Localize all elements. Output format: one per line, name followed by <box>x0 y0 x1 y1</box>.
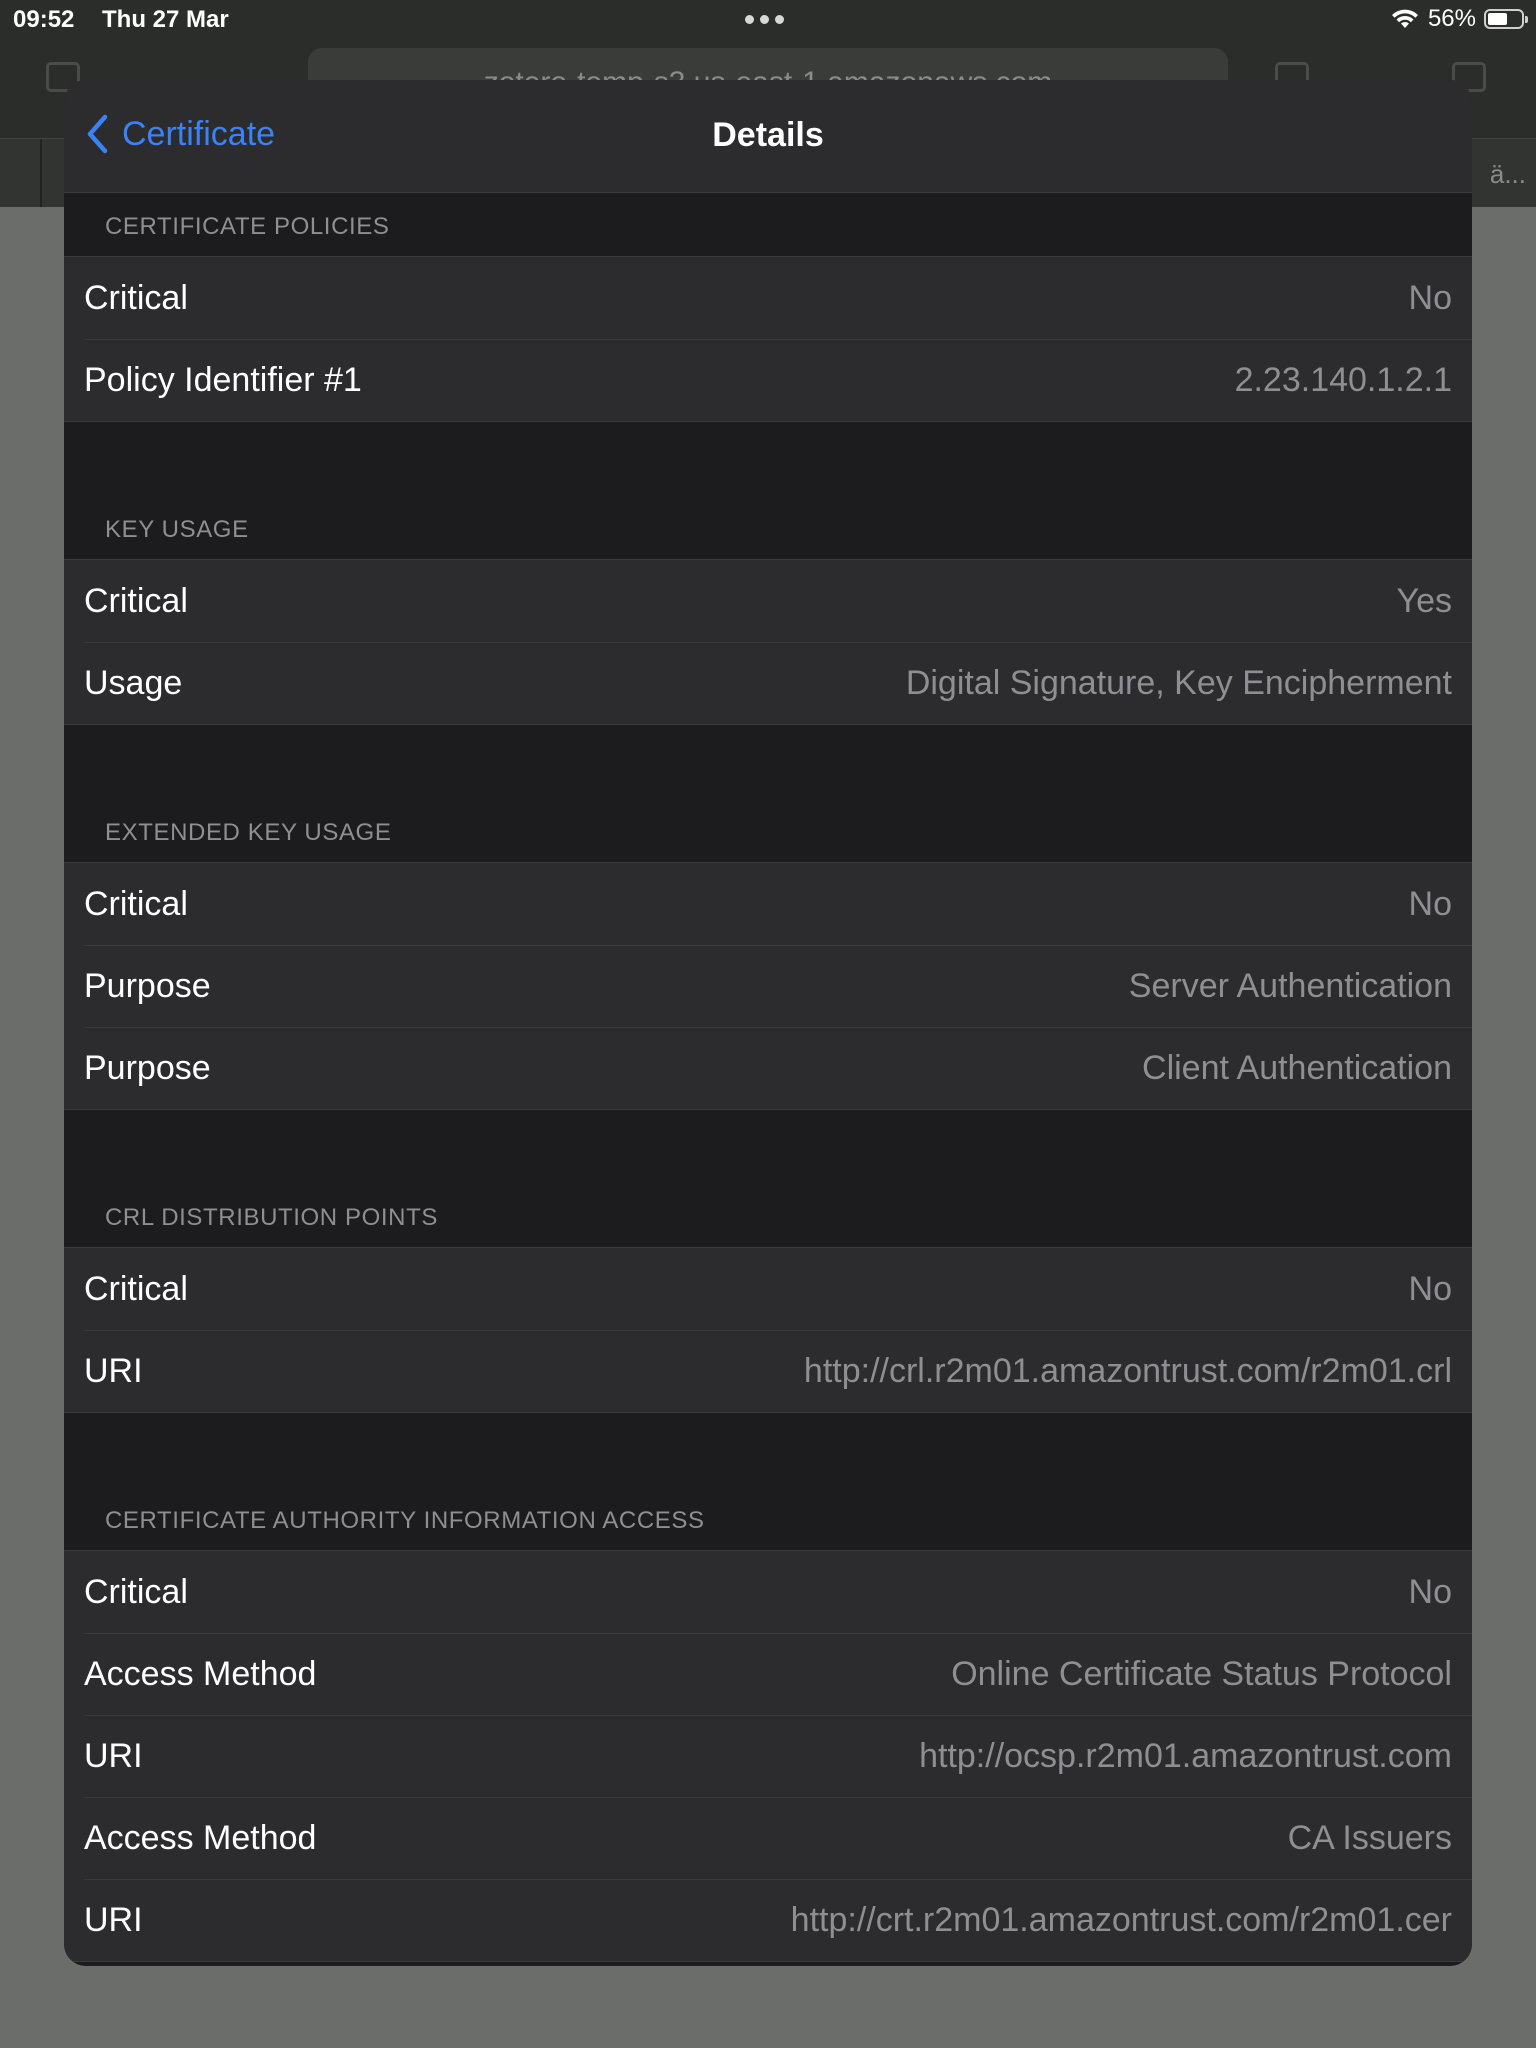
detail-row[interactable]: Policy Identifier #1 2.23.140.1.2.1 <box>64 339 1472 421</box>
detail-label: Purpose <box>84 1048 211 1087</box>
detail-label: Critical <box>84 278 188 317</box>
wifi-icon <box>1391 9 1418 28</box>
status-time: 09:52 <box>13 6 75 33</box>
detail-value: Client Authentication <box>1142 1048 1452 1087</box>
detail-row[interactable]: Critical No <box>64 863 1472 945</box>
detail-label: URI <box>84 1736 143 1775</box>
section-group: Critical No Purpose Server Authentication Pu… <box>64 863 1472 1110</box>
section-header: CRL DISTRIBUTION POINTS <box>64 1160 1472 1248</box>
detail-label: URI <box>84 1351 143 1390</box>
detail-label: Critical <box>84 581 188 620</box>
section-header: CERTIFICATE AUTHORITY INFORMATION ACCESS <box>64 1463 1472 1551</box>
detail-label: Critical <box>84 1269 188 1308</box>
section-group: Critical No URI http://crl.r2m01.amazontrus… <box>64 1248 1472 1413</box>
detail-value: Server Authentication <box>1128 966 1452 1005</box>
detail-label: Policy Identifier #1 <box>84 360 362 399</box>
detail-row[interactable]: Access Method Online Certificate Status P… <box>64 1633 1472 1715</box>
detail-value: http://crl.r2m01.amazontrust.com/r2m01.c… <box>803 1351 1452 1390</box>
details-list[interactable]: CERTIFICATE POLICIES Critical No Policy Ide… <box>64 193 1472 1966</box>
tab-title: ä... <box>1489 159 1526 189</box>
detail-label: URI <box>84 1900 143 1939</box>
section-group: Critical No Policy Identifier #1 2.23.140.1… <box>64 257 1472 422</box>
status-date: Thu 27 Mar <box>102 6 229 33</box>
detail-label: Critical <box>84 884 188 923</box>
detail-label: Usage <box>84 663 183 702</box>
status-bar: 09:52 Thu 27 Mar 56% <box>0 0 1536 40</box>
detail-value: 2.23.140.1.2.1 <box>1234 360 1452 399</box>
detail-row[interactable]: Usage Digital Signature, Key Encipherment <box>64 642 1472 724</box>
section-header: CERTIFICATE POLICIES <box>64 193 1472 257</box>
section-group: Critical No Access Method Online Certificat… <box>64 1551 1472 1962</box>
detail-row[interactable]: Critical No <box>64 257 1472 339</box>
detail-row[interactable]: URI http://crt.r2m01.amazontrust.com/r2m0… <box>64 1879 1472 1961</box>
section-group: Critical Yes Usage Digital Signature, Key E… <box>64 560 1472 725</box>
detail-row[interactable]: URI http://crl.r2m01.amazontrust.com/r2m0… <box>64 1330 1472 1412</box>
tab-divider <box>40 139 42 207</box>
detail-value: Digital Signature, Key Encipherment <box>905 663 1452 702</box>
certificate-details-sheet: Certificate Details CERTIFICATE POLICIES… <box>64 80 1472 1966</box>
detail-value: http://ocsp.r2m01.amazontrust.com <box>919 1736 1452 1775</box>
detail-label: Critical <box>84 1572 188 1611</box>
detail-value: No <box>1408 1269 1452 1308</box>
detail-row[interactable]: Critical Yes <box>64 560 1472 642</box>
detail-value: No <box>1408 1572 1452 1611</box>
detail-value: Online Certificate Status Protocol <box>951 1654 1452 1693</box>
detail-label: Purpose <box>84 966 211 1005</box>
section-header: EXTENDED KEY USAGE <box>64 775 1472 863</box>
detail-row[interactable]: Access Method CA Issuers <box>64 1797 1472 1879</box>
navigation-bar: Certificate Details <box>64 80 1472 193</box>
multitasking-dots-icon[interactable] <box>745 15 784 24</box>
detail-row[interactable]: URI http://ocsp.r2m01.amazontrust.com <box>64 1715 1472 1797</box>
section-header: KEY USAGE <box>64 472 1472 560</box>
detail-row[interactable]: Purpose Server Authentication <box>64 945 1472 1027</box>
detail-row[interactable]: Critical No <box>64 1248 1472 1330</box>
detail-label: Access Method <box>84 1654 317 1693</box>
detail-row[interactable]: Critical No <box>64 1551 1472 1633</box>
detail-value: CA Issuers <box>1287 1818 1452 1857</box>
detail-value: Yes <box>1396 581 1452 620</box>
detail-label: Access Method <box>84 1818 317 1857</box>
detail-value: http://crt.r2m01.amazontrust.com/r2m01.c… <box>790 1900 1452 1939</box>
detail-value: No <box>1408 884 1452 923</box>
battery-percentage: 56% <box>1427 5 1476 32</box>
page-title: Details <box>712 116 824 154</box>
detail-row[interactable]: Purpose Client Authentication <box>64 1027 1472 1109</box>
status-indicators: 56% <box>1390 5 1528 33</box>
detail-value: No <box>1408 278 1452 317</box>
battery-icon <box>1484 9 1528 29</box>
